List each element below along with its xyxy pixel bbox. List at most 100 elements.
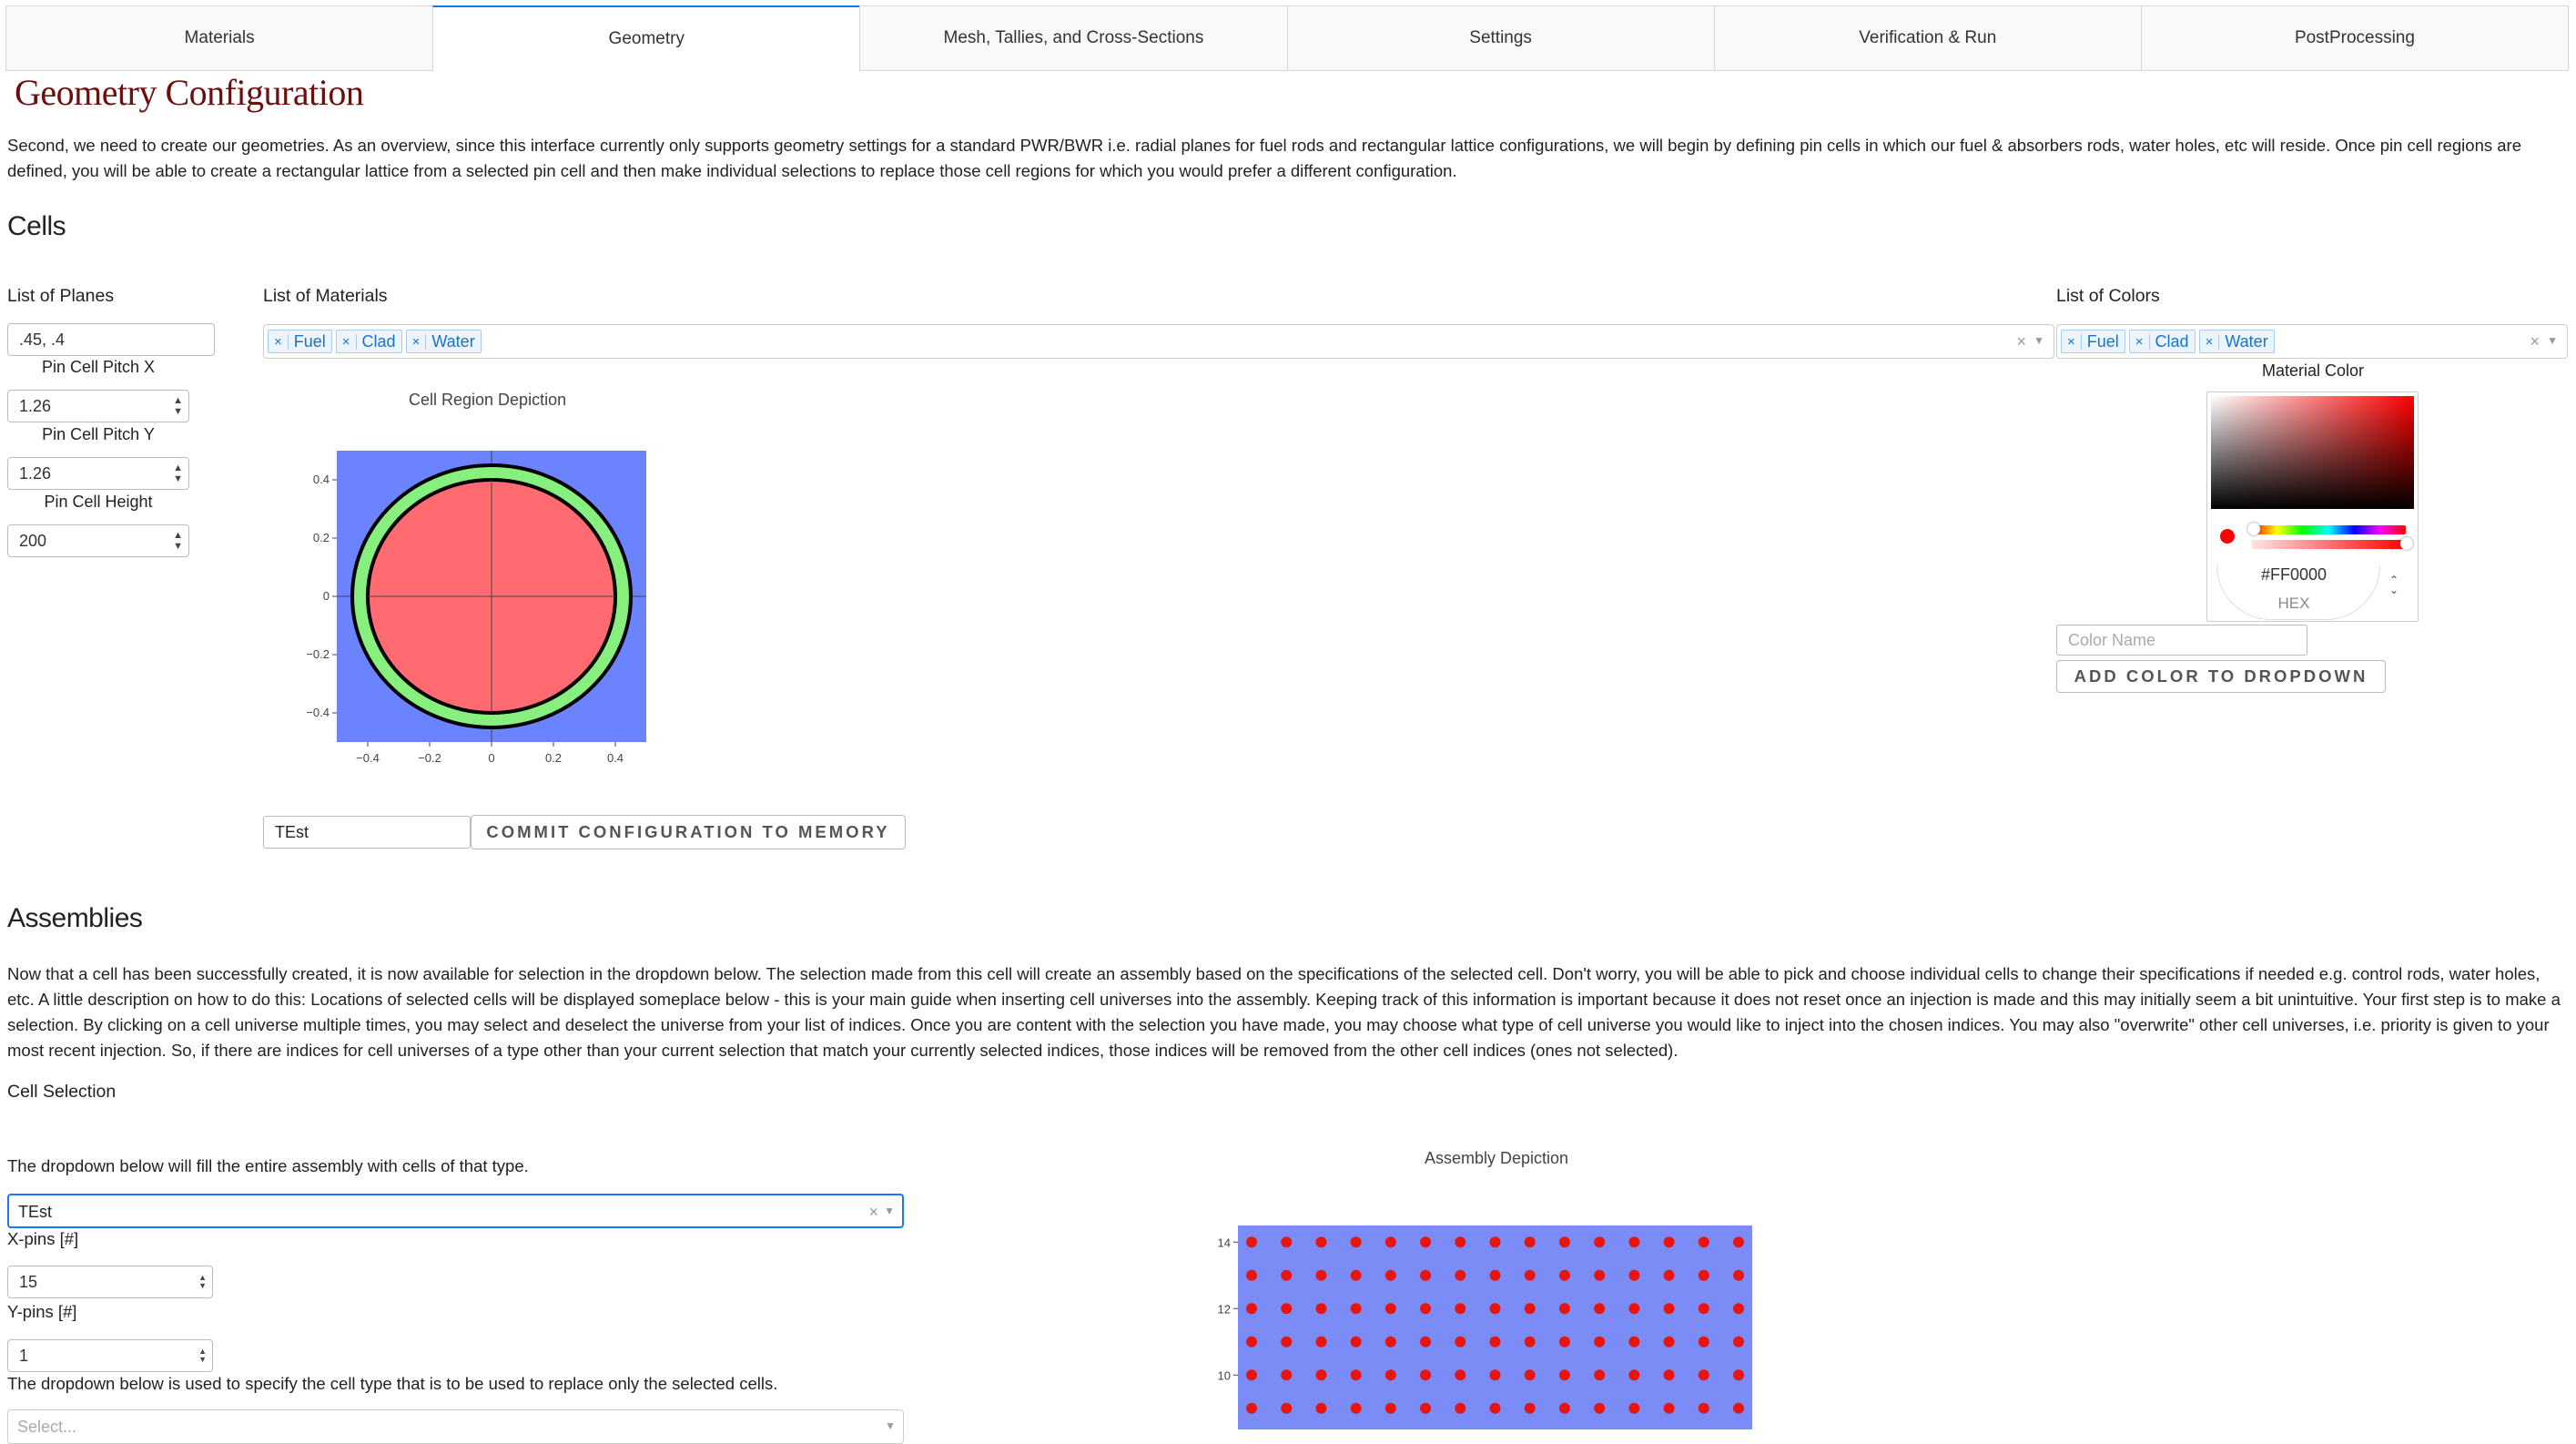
material-chip-water[interactable]: × Water	[405, 330, 482, 353]
remove-icon[interactable]: ×	[2130, 333, 2150, 350]
color-name-input[interactable]: Color Name	[2056, 625, 2307, 656]
pin-marker	[1281, 1402, 1293, 1414]
planes-input[interactable]: .45, .4	[7, 323, 215, 356]
fill-cell-dropdown[interactable]: TEst × ▼	[7, 1194, 904, 1228]
colors-dropdown[interactable]: × Fuel × Clad × Water × ▼	[2056, 324, 2568, 359]
material-chip-fuel[interactable]: × Fuel	[268, 330, 332, 353]
pin-marker	[1315, 1336, 1327, 1347]
commit-configuration-button[interactable]: COMMIT CONFIGURATION TO MEMORY	[471, 815, 906, 849]
alpha-handle[interactable]	[2400, 537, 2413, 550]
xpins-value: 15	[19, 1272, 38, 1291]
pin-marker	[1628, 1236, 1640, 1248]
tab-settings[interactable]: Settings	[1286, 5, 1714, 71]
height-input[interactable]: 200 ▲ ▼	[7, 524, 189, 557]
height-spinner-icon[interactable]: ▲ ▼	[173, 530, 183, 552]
remove-icon[interactable]: ×	[407, 333, 427, 350]
pin-marker	[1733, 1369, 1744, 1381]
pitch-y-input[interactable]: 1.26 ▲ ▼	[7, 457, 189, 490]
chevron-down-icon[interactable]: ▼	[2033, 334, 2044, 347]
ypins-spinner-icon[interactable]: ▲ ▼	[198, 1347, 207, 1364]
xpins-label: X-pins [#]	[7, 1229, 79, 1248]
pin-marker	[1350, 1236, 1362, 1248]
assembly-depiction-title: Assembly Depiction	[1425, 1149, 1569, 1167]
alpha-slider[interactable]	[2251, 540, 2406, 549]
format-toggle-icon[interactable]: ⌃ ⌄	[2389, 575, 2399, 595]
remove-icon[interactable]: ×	[269, 333, 289, 350]
material-chip-clad[interactable]: × Clad	[335, 330, 402, 353]
pin-marker	[1350, 1402, 1362, 1414]
color-chip-clad[interactable]: × Clad	[2128, 330, 2196, 353]
pin-marker	[1384, 1369, 1396, 1381]
saturation-area[interactable]	[2211, 396, 2414, 509]
cell-selection-label: Cell Selection	[7, 1082, 117, 1102]
tab-mesh-tallies[interactable]: Mesh, Tallies, and Cross-Sections	[859, 5, 1287, 71]
tab-geometry[interactable]: Geometry	[432, 5, 860, 71]
chevron-down-icon[interactable]: ▼	[885, 1419, 896, 1432]
pin-marker	[1420, 1369, 1432, 1381]
pin-marker	[1524, 1303, 1536, 1315]
colors-label: List of Colors	[2056, 286, 2160, 306]
clear-icon[interactable]: ×	[2530, 332, 2540, 351]
tab-verification-run[interactable]: Verification & Run	[1713, 5, 2141, 71]
cell-region-plot: −0.4 −0.2 0 0.2 0.4 0.4 0.2 0 −0.2 −0.4	[306, 451, 646, 765]
pin-marker	[1628, 1369, 1640, 1381]
hue-slider[interactable]	[2251, 525, 2406, 534]
remove-icon[interactable]: ×	[337, 333, 357, 350]
clear-icon[interactable]: ×	[2016, 332, 2026, 351]
hex-value[interactable]: #FF0000	[2226, 565, 2362, 585]
height-value: 200	[19, 531, 47, 550]
replace-cell-placeholder: Select...	[17, 1418, 77, 1436]
page-title: Geometry Configuration	[15, 72, 364, 113]
color-name-placeholder: Color Name	[2068, 630, 2156, 649]
pin-marker	[1663, 1336, 1675, 1347]
assemblies-description: Now that a cell has been successfully cr…	[7, 964, 2561, 1060]
pin-marker	[1698, 1303, 1709, 1315]
pin-marker	[1558, 1303, 1570, 1315]
clear-icon[interactable]: ×	[868, 1203, 878, 1222]
pin-marker	[1594, 1269, 1606, 1281]
ypins-input[interactable]: 1 ▲ ▼	[7, 1339, 213, 1372]
color-chip-fuel[interactable]: × Fuel	[2061, 330, 2125, 353]
x-tick-label: 0.2	[545, 751, 562, 765]
hue-handle[interactable]	[2247, 523, 2260, 535]
pin-marker	[1698, 1236, 1709, 1248]
xpins-input[interactable]: 15 ▲ ▼	[7, 1266, 213, 1298]
materials-dropdown[interactable]: × Fuel × Clad × Water × ▼	[263, 324, 2054, 359]
chevron-down-icon[interactable]: ▼	[884, 1205, 895, 1217]
material-color-label: Material Color	[2261, 361, 2365, 380]
pitch-x-input[interactable]: 1.26 ▲ ▼	[7, 390, 189, 422]
color-picker[interactable]: #FF0000 HEX ⌃ ⌄	[2206, 392, 2419, 622]
pin-marker	[1455, 1269, 1466, 1281]
pitch-x-spinner-icon[interactable]: ▲ ▼	[173, 395, 183, 417]
chevron-down-icon[interactable]: ▼	[2547, 334, 2558, 347]
pitch-y-spinner-icon[interactable]: ▲ ▼	[173, 463, 183, 484]
pin-marker	[1558, 1269, 1570, 1281]
y-tick-label: 14	[1218, 1236, 1231, 1249]
pin-marker	[1594, 1369, 1606, 1381]
pin-marker	[1733, 1236, 1744, 1248]
pin-marker	[1628, 1269, 1640, 1281]
tab-materials[interactable]: Materials	[5, 5, 433, 71]
pin-marker	[1628, 1303, 1640, 1315]
pin-marker	[1246, 1303, 1257, 1315]
pin-marker	[1558, 1336, 1570, 1347]
pin-marker	[1246, 1336, 1257, 1347]
cells-heading: Cells	[7, 211, 66, 241]
assembly-plot: 14 12 10	[1218, 1225, 1752, 1429]
replace-cell-dropdown[interactable]: Select... ▼	[7, 1409, 904, 1444]
remove-icon[interactable]: ×	[2200, 333, 2220, 350]
tab-postprocessing[interactable]: PostProcessing	[2140, 5, 2570, 71]
config-name-input[interactable]: TEst	[263, 816, 471, 849]
x-tick-label: −0.4	[356, 751, 380, 765]
remove-icon[interactable]: ×	[2062, 333, 2082, 350]
pin-marker	[1246, 1269, 1257, 1281]
pin-marker	[1524, 1402, 1536, 1414]
color-swatch	[2220, 529, 2235, 544]
color-chip-water[interactable]: × Water	[2198, 330, 2275, 353]
xpins-spinner-icon[interactable]: ▲ ▼	[198, 1274, 207, 1290]
pin-marker	[1350, 1269, 1362, 1281]
pin-marker	[1489, 1402, 1501, 1414]
x-tick-label: 0.4	[607, 751, 624, 765]
pin-marker	[1315, 1236, 1327, 1248]
add-color-button[interactable]: ADD COLOR TO DROPDOWN	[2056, 660, 2386, 693]
